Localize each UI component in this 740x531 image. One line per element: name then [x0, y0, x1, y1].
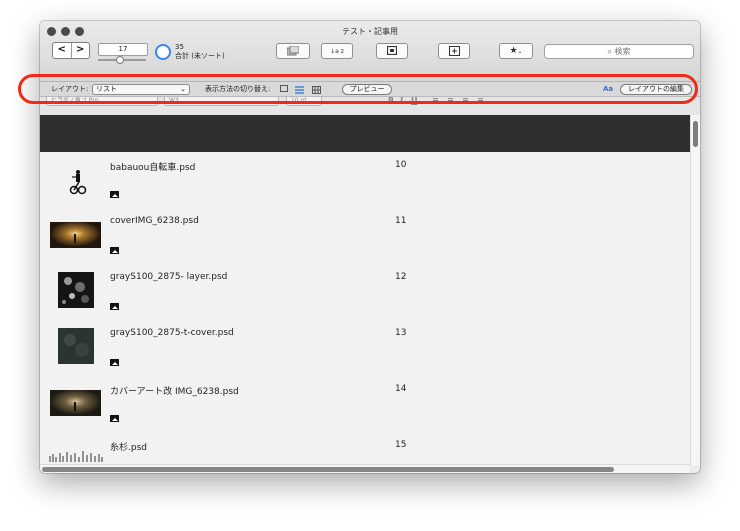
- image-icon: [110, 415, 119, 422]
- quick-view-button[interactable]: [376, 43, 408, 59]
- bicycle-thumbnail: [69, 170, 87, 195]
- record-list: babauou自転車.psd 10 coverIMG_6238.psd 11 g…: [40, 152, 690, 464]
- horizontal-scroll-thumb[interactable]: [42, 467, 614, 472]
- show-all-icon: [286, 45, 300, 56]
- sort-button[interactable]: ↓a z: [321, 43, 353, 59]
- record-row[interactable]: 糸杉.psd 15: [40, 432, 690, 464]
- image-icon: [110, 191, 119, 198]
- record-filename: 糸杉.psd: [110, 443, 147, 453]
- record-filename: babauou自転車.psd: [110, 163, 196, 173]
- record-filename: カバーアート改 IMG_6238.psd: [110, 387, 239, 397]
- horizontal-scrollbar[interactable]: [40, 464, 690, 473]
- cypress-thumbnail: [49, 451, 103, 462]
- record-row[interactable]: カバーアート改 IMG_6238.psd 14: [40, 376, 690, 433]
- image-icon: [110, 247, 119, 254]
- found-set-pie-icon: [155, 44, 171, 60]
- record-filename: grayS100_2875-t-cover.psd: [110, 328, 234, 338]
- cover-thumbnail: [50, 222, 101, 248]
- gray-cover-thumbnail: [58, 328, 94, 364]
- record-filename: coverIMG_6238.psd: [110, 216, 199, 226]
- search-placeholder: 検索: [614, 47, 631, 56]
- record-slider-thumb[interactable]: [116, 56, 124, 64]
- previous-record-button[interactable]: <: [53, 43, 72, 58]
- record-row[interactable]: grayS100_2875- layer.psd 12: [40, 264, 690, 321]
- window-title: テスト・記事用: [342, 27, 398, 36]
- gray-layer-thumbnail: [58, 272, 94, 308]
- sort-icon: ↓a z: [330, 48, 344, 55]
- show-all-button[interactable]: [276, 43, 310, 59]
- record-navigation: < >: [52, 42, 90, 59]
- record-number: 11: [395, 216, 407, 226]
- vertical-scrollbar[interactable]: [690, 115, 700, 466]
- layout-bar-highlight: [18, 74, 698, 104]
- record-row[interactable]: grayS100_2875-t-cover.psd 13: [40, 320, 690, 377]
- record-number-field[interactable]: 17: [98, 43, 148, 56]
- cover-art-thumbnail: [50, 390, 101, 416]
- record-row[interactable]: babauou自転車.psd 10: [40, 152, 690, 209]
- record-count-value: 35: [175, 43, 184, 51]
- quick-view-icon: [386, 45, 398, 56]
- record-count: 35 合計 (未ソート): [175, 43, 225, 61]
- record-number: 14: [395, 384, 407, 394]
- chevron-down-icon: ⌄: [517, 48, 523, 55]
- record-number: 12: [395, 272, 407, 282]
- vertical-scroll-thumb[interactable]: [693, 121, 698, 147]
- star-icon: ★: [509, 46, 518, 56]
- record-number: 15: [395, 440, 407, 450]
- search-icon: ⌕: [607, 47, 612, 56]
- record-number: 10: [395, 160, 407, 170]
- record-filename: grayS100_2875- layer.psd: [110, 272, 228, 282]
- new-record-icon: [448, 46, 460, 56]
- image-icon: [110, 359, 119, 366]
- record-number: 13: [395, 328, 407, 338]
- record-count-label: 合計 (未ソート): [175, 52, 225, 60]
- record-row[interactable]: coverIMG_6238.psd 11: [40, 208, 690, 265]
- new-record-button[interactable]: [438, 43, 470, 59]
- favorite-searches-button[interactable]: ★⌄: [499, 43, 533, 59]
- title-toolbar: テスト・記事用 < > 17 35 合計 (未ソート) ↓a z ★⌄ ⌕ 検索…: [40, 21, 700, 82]
- next-record-button[interactable]: >: [72, 43, 90, 58]
- search-input[interactable]: ⌕ 検索: [544, 44, 694, 59]
- list-header: [40, 115, 690, 152]
- image-icon: [110, 303, 119, 310]
